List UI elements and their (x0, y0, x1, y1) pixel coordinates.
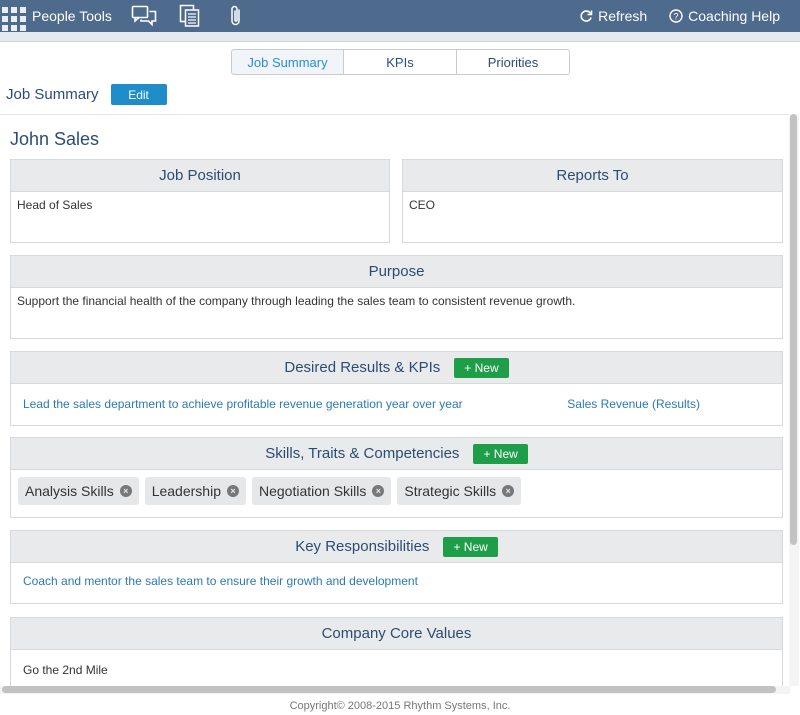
list-item: Lead the sales department to achieve pro… (11, 384, 782, 411)
reports-to-panel: Reports To CEO (402, 159, 783, 243)
job-summary-content: John Sales Job Position Head of Sales Re… (0, 114, 790, 686)
core-value-item: Go the 2nd Mile (23, 663, 108, 677)
copyright-footer: Copyright© 2008-2015 Rhythm Systems, Inc… (289, 700, 511, 712)
edit-button[interactable]: Edit (110, 84, 167, 105)
responsibilities-heading: Key Responsibilities + New (11, 531, 782, 563)
core-values-panel: Company Core Values Go the 2nd Mile (10, 617, 783, 686)
responsibilities-header: Key Responsibilities (295, 538, 430, 555)
skill-chip: Negotiation Skills × (251, 477, 392, 505)
skill-chip-label: Negotiation Skills (258, 483, 367, 499)
skills-header: Skills, Traits & Competencies (265, 445, 460, 462)
skill-chip-label: Leadership (151, 483, 221, 499)
new-desired-result-button[interactable]: + New (454, 357, 509, 378)
vertical-scroll-thumb[interactable] (790, 114, 797, 545)
purpose-panel: Purpose Support the financial health of … (10, 255, 783, 339)
purpose-value: Support the financial health of the comp… (17, 294, 576, 308)
job-position-value: Head of Sales (17, 198, 93, 212)
tab-priorities[interactable]: Priorities (457, 49, 570, 75)
attachment-icon[interactable] (222, 4, 250, 28)
section-header: Job Summary Edit (6, 84, 167, 105)
remove-icon[interactable]: × (119, 485, 132, 497)
desired-result-link[interactable]: Lead the sales department to achieve pro… (23, 397, 463, 411)
responsibilities-panel: Key Responsibilities + New Coach and men… (10, 530, 783, 604)
coaching-help-label: Coaching Help (688, 8, 780, 24)
skill-chip-label: Analysis Skills (25, 483, 114, 499)
refresh-button[interactable]: Refresh (579, 8, 647, 24)
skill-chip-label: Strategic Skills (404, 483, 497, 499)
skill-chip: Leadership × (144, 477, 246, 505)
refresh-icon (580, 10, 593, 22)
new-skill-button[interactable]: + New (473, 443, 528, 464)
person-name: John Sales (10, 129, 100, 149)
remove-icon[interactable]: × (372, 485, 385, 497)
apps-grid-icon[interactable] (0, 4, 26, 31)
skills-heading: Skills, Traits & Competencies + New (11, 438, 782, 470)
help-icon: ? (669, 9, 683, 23)
chat-icon[interactable] (130, 4, 158, 28)
core-values-header: Company Core Values (11, 618, 782, 650)
coaching-help-button[interactable]: ? Coaching Help (669, 8, 780, 24)
reports-to-value: CEO (409, 198, 436, 212)
purpose-header: Purpose (11, 256, 782, 288)
skill-chip: Analysis Skills × (18, 477, 139, 505)
view-tabs: Job Summary KPIs Priorities (231, 49, 570, 75)
job-position-header: Job Position (11, 160, 389, 192)
desired-results-header: Desired Results & KPIs (284, 359, 441, 376)
top-bar: People Tools Refresh ? Coaching Help (0, 0, 800, 32)
vertical-scrollbar[interactable] (789, 114, 799, 686)
desired-results-heading: Desired Results & KPIs + New (11, 352, 782, 384)
skill-chip: Strategic Skills × (397, 477, 522, 505)
svg-text:?: ? (674, 12, 679, 22)
skill-chips: Analysis Skills × Leadership × Negotiation… (11, 470, 782, 512)
refresh-label: Refresh (598, 8, 648, 24)
reports-to-header: Reports To (403, 160, 782, 192)
horizontal-scrollbar[interactable] (0, 686, 790, 694)
app-name[interactable]: People Tools (32, 8, 112, 24)
skills-panel: Skills, Traits & Competencies + New Anal… (10, 437, 783, 518)
page-title: Job Summary (6, 86, 99, 103)
kpi-link[interactable]: Sales Revenue (Results) (567, 397, 700, 411)
documents-icon[interactable] (176, 4, 204, 28)
horizontal-scroll-thumb[interactable] (2, 686, 776, 693)
tab-kpis[interactable]: KPIs (344, 49, 457, 75)
remove-icon[interactable]: × (226, 485, 239, 497)
sub-toolbar (0, 32, 800, 42)
remove-icon[interactable]: × (502, 485, 515, 497)
desired-results-panel: Desired Results & KPIs + New Lead the sa… (10, 351, 783, 426)
responsibility-link[interactable]: Coach and mentor the sales team to ensur… (11, 563, 782, 599)
tab-job-summary[interactable]: Job Summary (231, 49, 344, 75)
new-responsibility-button[interactable]: + New (443, 536, 498, 557)
job-position-panel: Job Position Head of Sales (10, 159, 390, 243)
